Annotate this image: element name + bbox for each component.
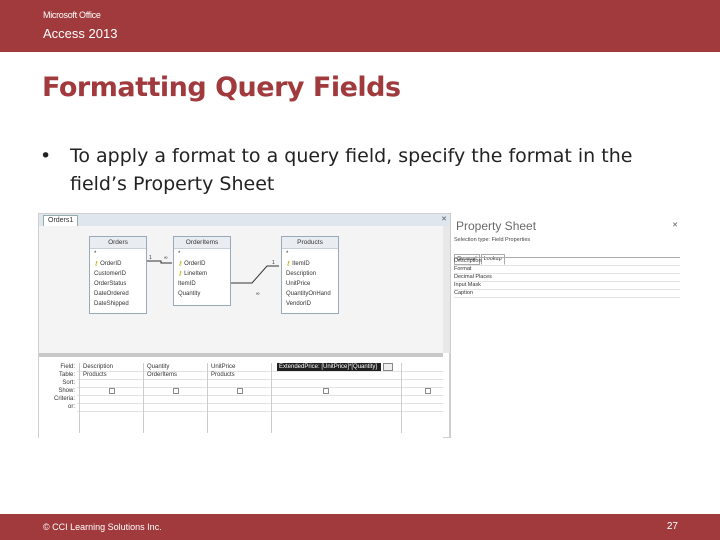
grid-table-cell[interactable]: Products xyxy=(208,371,272,379)
key-icon: ⚷ xyxy=(178,271,183,277)
brand-label: Microsoft Office xyxy=(43,10,101,20)
table-box-orders[interactable]: Orders * ⚷ OrderID CustomerID OrderStatu… xyxy=(89,236,147,314)
table-box-orderitems[interactable]: OrderItems * ⚷ OrderID ⚷ LineItem ItemID… xyxy=(173,236,231,306)
product-label: Access 2013 xyxy=(43,26,118,41)
field-row[interactable]: Quantity xyxy=(174,289,230,299)
show-checkbox[interactable] xyxy=(109,388,115,394)
grid-label-field: Field: xyxy=(60,364,75,370)
field-row[interactable]: OrderStatus xyxy=(90,279,146,289)
property-row[interactable]: Format xyxy=(454,266,680,274)
grid-column[interactable]: Quantity OrderItems xyxy=(143,363,208,433)
grid-label-sort: Sort: xyxy=(62,380,75,386)
property-tabs: General Lookup xyxy=(454,247,506,265)
field-row[interactable]: QuantityOnHand xyxy=(282,289,338,299)
show-checkbox[interactable] xyxy=(173,388,179,394)
grid-table-cell[interactable]: OrderItems xyxy=(144,371,208,379)
grid-field-cell[interactable]: Description xyxy=(80,363,144,371)
grid-column[interactable] xyxy=(271,363,402,433)
field-dropdown-button[interactable] xyxy=(383,363,393,371)
property-row[interactable]: Description xyxy=(454,258,680,266)
field-row[interactable]: ItemID xyxy=(174,279,230,289)
key-icon: ⚷ xyxy=(286,261,291,267)
key-field-row[interactable]: ⚷ OrderID xyxy=(174,259,230,269)
query-design-window: Orders1 ✕ 1 ∞ 1 ∞ Orders * ⚷ OrderID Cus… xyxy=(38,213,451,439)
svg-text:1: 1 xyxy=(272,260,275,266)
property-sheet-title: Property Sheet xyxy=(456,219,537,233)
selected-field-cell[interactable]: ExtendedPrice: [UnitPrice]*[Quantity] xyxy=(277,363,381,371)
property-row[interactable]: Caption xyxy=(454,290,680,298)
field-row[interactable]: DateShipped xyxy=(90,299,146,309)
table-title: Orders xyxy=(90,237,146,249)
grid-label-show: Show: xyxy=(58,388,75,394)
property-row[interactable]: Input Mask xyxy=(454,282,680,290)
footer-bar: © CCI Learning Solutions Inc. 27 xyxy=(0,514,720,540)
header-bar: Microsoft Office Access 2013 xyxy=(0,0,720,52)
grid-field-cell[interactable]: Quantity xyxy=(144,363,208,371)
grid-label-or: or: xyxy=(67,404,75,410)
key-field-row[interactable]: ⚷ LineItem xyxy=(174,269,230,279)
join-line-items-products xyxy=(231,265,279,284)
close-icon[interactable]: ✕ xyxy=(441,215,447,223)
field-row[interactable]: VendorID xyxy=(282,299,338,309)
grid-field-cell[interactable]: UnitPrice xyxy=(208,363,272,371)
grid-label-criteria: Criteria: xyxy=(53,396,75,402)
svg-text:1: 1 xyxy=(149,255,152,261)
show-checkbox[interactable] xyxy=(237,388,243,394)
grid-column[interactable]: UnitPrice Products xyxy=(207,363,272,433)
show-checkbox[interactable] xyxy=(425,388,431,394)
field-row[interactable]: UnitPrice xyxy=(282,279,338,289)
bullet-text: To apply a format to a query field, spec… xyxy=(70,145,633,195)
property-row[interactable]: Decimal Places xyxy=(454,274,680,282)
grid-label-table: Table: xyxy=(58,372,75,378)
field-row[interactable]: * xyxy=(90,249,146,259)
slide-title: Formatting Query Fields xyxy=(42,72,401,103)
close-icon[interactable]: ✕ xyxy=(672,221,678,229)
join-line-orders-items xyxy=(147,260,172,264)
property-list: Description Format Decimal Places Input … xyxy=(454,257,680,298)
table-title: OrderItems xyxy=(174,237,230,249)
show-checkbox[interactable] xyxy=(323,388,329,394)
access-screenshot: Orders1 ✕ 1 ∞ 1 ∞ Orders * ⚷ OrderID Cus… xyxy=(38,213,684,439)
grid-column[interactable]: Description Products xyxy=(79,363,144,433)
key-field-row[interactable]: ⚷ ItemID xyxy=(282,259,338,269)
grid-row-labels: Field: Table: Sort: Show: Criteria: or: xyxy=(39,363,77,411)
svg-text:∞: ∞ xyxy=(256,291,260,297)
property-sheet-pane: Property Sheet ✕ Selection type: Field P… xyxy=(450,213,684,438)
svg-text:∞: ∞ xyxy=(164,255,168,261)
field-row[interactable]: * xyxy=(282,249,338,259)
bullet-mark: • xyxy=(40,145,52,167)
page-number: 27 xyxy=(666,521,678,532)
table-title: Products xyxy=(282,237,338,249)
grid-table-cell[interactable]: Products xyxy=(80,371,144,379)
copyright-text: © CCI Learning Solutions Inc. xyxy=(43,522,162,532)
field-row[interactable]: CustomerID xyxy=(90,269,146,279)
field-row[interactable]: DateOrdered xyxy=(90,289,146,299)
selection-type-label: Selection type: Field Properties xyxy=(454,237,531,243)
grid-column[interactable] xyxy=(401,363,442,433)
field-row[interactable]: Description xyxy=(282,269,338,279)
key-field-row[interactable]: ⚷ OrderID xyxy=(90,259,146,269)
field-row[interactable]: * xyxy=(174,249,230,259)
key-icon: ⚷ xyxy=(94,261,99,267)
table-pane: 1 ∞ 1 ∞ Orders * ⚷ OrderID CustomerID Or… xyxy=(39,226,443,353)
table-box-products[interactable]: Products * ⚷ ItemID Description UnitPric… xyxy=(281,236,339,314)
design-grid: Field: Table: Sort: Show: Criteria: or: … xyxy=(39,357,443,439)
key-icon: ⚷ xyxy=(178,261,183,267)
